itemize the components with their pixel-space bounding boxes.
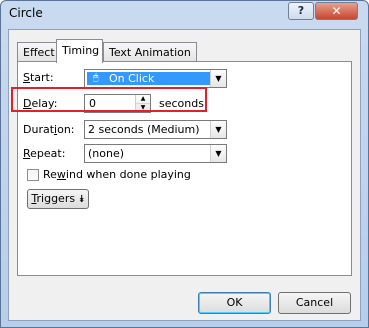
start-selected-value: 🖱 On Click [87,72,212,85]
title-bar: Circle ? ✕ [1,1,368,27]
repeat-dropdown-arrow[interactable]: ▼ [210,145,226,162]
mouse-icon: 🖱 [93,73,99,83]
tab-effect[interactable]: Effect [17,42,57,62]
cancel-button[interactable]: Cancel [278,292,351,314]
rewind-label: Rewind when done playing [43,168,191,181]
duration-label: Duration: [23,123,75,136]
repeat-dropdown[interactable]: (none) ▼ [84,144,227,163]
chevron-down-icon: ▼ [215,149,222,158]
window-title: Circle [9,6,43,20]
triggers-button[interactable]: Triggers ⯯ [27,189,89,209]
start-dropdown-arrow[interactable]: ▼ [210,70,226,87]
tab-timing[interactable]: Timing [56,39,103,63]
help-button[interactable]: ? [288,2,314,20]
start-value: On Click [109,72,155,85]
repeat-label: Repeat: [23,147,66,160]
start-dropdown[interactable]: 🖱 On Click ▼ [84,69,227,88]
help-icon: ? [297,4,305,17]
duration-dropdown[interactable]: 2 seconds (Medium) ▼ [84,120,227,139]
duration-dropdown-arrow[interactable]: ▼ [210,121,226,138]
ok-button[interactable]: OK [198,292,271,314]
duration-value: 2 seconds (Medium) [88,123,200,136]
tab-text-animation[interactable]: Text Animation [103,42,197,62]
close-icon: ✕ [331,4,342,18]
double-chevron-down-icon: ⯯ [78,194,85,205]
repeat-value: (none) [88,147,125,160]
delay-highlight-box [11,87,207,112]
rewind-checkbox[interactable] [27,169,39,181]
dialog-body: Effect Timing Text Animation Start: 🖱 On… [8,29,361,321]
chevron-down-icon: ▼ [215,125,222,134]
close-button[interactable]: ✕ [315,2,358,20]
dialog-window: Circle ? ✕ Effect Timing Text Animation … [0,0,369,328]
chevron-down-icon: ▼ [215,74,222,83]
start-label: Start: [23,71,54,84]
